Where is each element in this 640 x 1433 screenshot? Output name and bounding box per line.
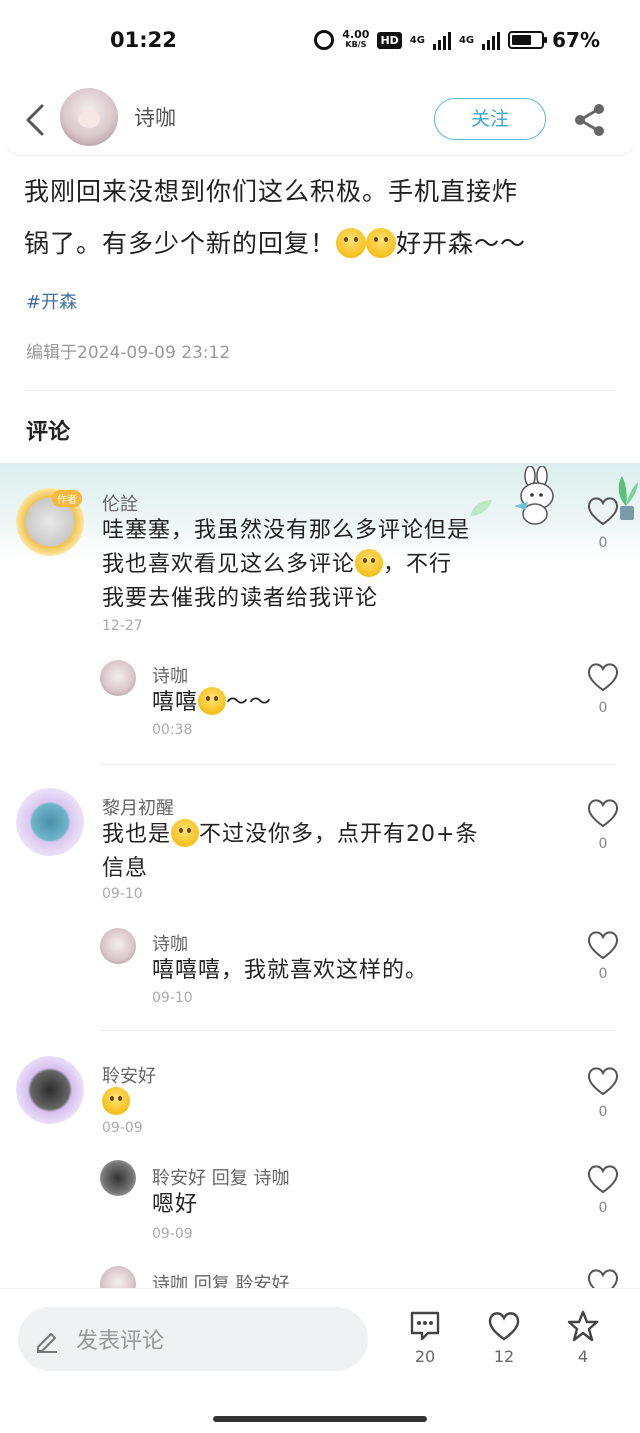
grin-emoji-icon xyxy=(198,687,227,715)
divider xyxy=(100,1030,616,1031)
comment-time: 09-10 xyxy=(102,886,143,902)
smile-emoji-icon xyxy=(366,228,397,258)
pleading-emoji-icon xyxy=(355,549,384,577)
comment-time: 09-09 xyxy=(102,1120,143,1136)
comment-count: 20 xyxy=(414,1347,436,1366)
network-type-1: 4G xyxy=(409,34,425,46)
heart-icon[interactable] xyxy=(586,798,620,828)
pencil-icon xyxy=(37,1333,57,1353)
reply-text[interactable]: 嘻嘻嘻，我就喜欢这样的。 xyxy=(152,954,428,988)
heart-icon[interactable] xyxy=(487,1309,521,1343)
like-count: 0 xyxy=(598,700,608,716)
alarm-icon xyxy=(314,30,335,50)
author-badge: 作者 xyxy=(52,490,82,507)
comment-text-part: 我也是 xyxy=(102,822,172,847)
reply-time: 09-09 xyxy=(152,1226,193,1242)
commenter-avatar[interactable] xyxy=(16,1056,84,1124)
sweat-smile-emoji-icon xyxy=(171,819,200,847)
status-icons: 4.00 KB/S HD 4G 4G 67% xyxy=(314,28,600,52)
battery-fill xyxy=(512,35,531,45)
bottom-action-bar: 发表评论 20 12 4 xyxy=(0,1288,640,1433)
back-arrow-icon[interactable] xyxy=(22,102,48,138)
reply-text[interactable]: 嗯好 xyxy=(152,1188,198,1222)
reply-avatar[interactable] xyxy=(100,928,136,964)
post-hashtag[interactable]: #开森 xyxy=(26,288,77,314)
comments-section-title: 评论 xyxy=(26,420,71,445)
post-text-part-b: 好开森～～ xyxy=(396,229,527,258)
comment-text-part: 不过没你多，点开有20+条 xyxy=(199,822,479,847)
divider xyxy=(100,764,616,765)
post-header: 诗咖 关注 xyxy=(0,80,640,156)
smile-emoji-icon xyxy=(336,228,367,258)
commenter-name[interactable]: 伦詮 xyxy=(102,490,138,516)
author-avatar[interactable] xyxy=(60,88,118,146)
post-text-line-2: 锅了。有多少个新的回复！ 好开森～～ xyxy=(24,218,614,270)
post-text-part-a: 锅了。有多少个新的回复！ xyxy=(24,229,337,258)
divider xyxy=(24,390,616,391)
comment-text[interactable]: 我也是 不过没你多，点开有20+条 信息 xyxy=(102,818,478,886)
comment-text[interactable]: 哇塞塞，我虽然没有那么多评论但是 我也喜欢看见这么多评论 ，不行 我要去催我的读者… xyxy=(102,514,470,616)
share-icon[interactable] xyxy=(572,102,608,138)
reply-text-part: ～～ xyxy=(226,690,273,715)
reply-name[interactable]: 诗咖 xyxy=(152,662,188,688)
battery-percent: 67% xyxy=(552,28,600,52)
heart-icon[interactable] xyxy=(586,1164,620,1194)
status-time: 01:22 xyxy=(110,28,177,52)
network-speed: 4.00 KB/S xyxy=(342,28,370,50)
like-count: 0 xyxy=(598,836,608,852)
post-text-line-1: 我刚回来没想到你们这么积极。手机直接炸 xyxy=(24,177,519,206)
leaf-decoration-icon xyxy=(470,500,492,516)
star-icon[interactable] xyxy=(566,1309,600,1343)
reply-avatar[interactable] xyxy=(100,1160,136,1196)
network-speed-value: 4.00 xyxy=(342,28,370,41)
heart-icon[interactable] xyxy=(586,930,620,960)
network-speed-unit: KB/S xyxy=(345,40,367,49)
commenter-name[interactable]: 聆安好 xyxy=(102,1062,156,1088)
comment-text-line: 我也喜欢看见这么多评论 ，不行 xyxy=(102,548,470,582)
comment-text-line: 我要去催我的读者给我评论 xyxy=(102,586,379,611)
comment-text-line: 信息 xyxy=(102,856,149,881)
network-type-2: 4G xyxy=(458,34,475,46)
signal-icon xyxy=(432,30,451,50)
like-count: 0 xyxy=(598,1200,608,1216)
post-edit-time: 编辑于2024-09-09 23:12 xyxy=(26,343,231,363)
comment-bubble-icon[interactable] xyxy=(408,1309,442,1343)
author-name[interactable]: 诗咖 xyxy=(134,102,176,132)
comment-text-part: 我也喜欢看见这么多评论 xyxy=(102,552,356,577)
like-count-total: 12 xyxy=(493,1347,515,1366)
heart-icon[interactable] xyxy=(586,1066,620,1096)
reply-name[interactable]: 聆安好 回复 诗咖 xyxy=(152,1164,289,1190)
commenter-avatar[interactable] xyxy=(16,788,84,856)
reply-time: 09-10 xyxy=(152,990,193,1006)
comment-input[interactable]: 发表评论 xyxy=(18,1307,368,1371)
reply-text[interactable]: 嘻嘻 ～～ xyxy=(152,686,272,720)
favorite-count: 4 xyxy=(577,1347,589,1366)
home-indicator[interactable] xyxy=(213,1416,427,1422)
comment-text-part: ，不行 xyxy=(383,552,453,577)
like-count: 0 xyxy=(598,1104,608,1120)
commenter-name[interactable]: 黎月初醒 xyxy=(102,794,174,820)
heart-icon[interactable] xyxy=(586,662,620,692)
comment-text-line: 我也是 不过没你多，点开有20+条 xyxy=(102,818,478,852)
signal-icon-2 xyxy=(482,30,501,50)
like-count: 0 xyxy=(598,966,608,982)
bunny-decoration-icon xyxy=(514,466,554,525)
comment-time: 12-27 xyxy=(102,618,143,634)
reply-time: 00:38 xyxy=(152,722,193,738)
comment-input-placeholder: 发表评论 xyxy=(76,1329,165,1354)
comment-text-line: 哇塞塞，我虽然没有那么多评论但是 xyxy=(102,518,471,543)
post-content: 我刚回来没想到你们这么积极。手机直接炸 锅了。有多少个新的回复！ 好开森～～ xyxy=(24,166,614,270)
comment-text[interactable] xyxy=(102,1086,130,1120)
grin-emoji-icon xyxy=(102,1087,130,1115)
like-count: 0 xyxy=(598,535,608,551)
reply-name[interactable]: 诗咖 xyxy=(152,930,188,956)
reply-text-part: 嘻嘻 xyxy=(152,690,199,715)
reply-avatar[interactable] xyxy=(100,660,136,696)
follow-button[interactable]: 关注 xyxy=(434,98,546,140)
heart-icon[interactable] xyxy=(586,496,620,526)
status-bar: 01:22 4.00 KB/S HD 4G 4G 67% xyxy=(0,0,640,80)
battery-icon xyxy=(508,31,548,49)
hd-icon: HD xyxy=(377,31,402,49)
